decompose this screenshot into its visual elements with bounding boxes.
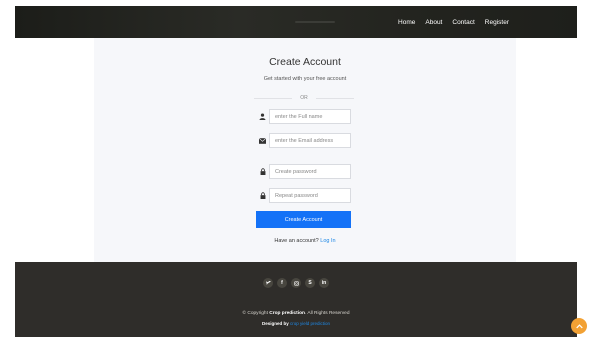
register-card: Create Account Get started with your fre…	[94, 38, 516, 262]
twitter-icon[interactable]	[263, 278, 273, 288]
envelope-icon	[256, 133, 269, 148]
navbar: Home About Contact Register	[15, 6, 577, 38]
nav-link-about[interactable]: About	[425, 19, 442, 26]
email-input[interactable]	[269, 133, 351, 148]
copyright-text: © Copyright Crop prediction. All Rights …	[15, 311, 577, 316]
repeat-password-field	[256, 188, 351, 203]
password-input[interactable]	[269, 164, 351, 179]
or-divider: OR	[254, 95, 354, 101]
page-subtitle: Get started with your free account	[263, 76, 347, 82]
lock-icon	[256, 164, 269, 179]
have-account-text: Have an account?	[274, 238, 319, 244]
create-account-button[interactable]: Create Account	[256, 211, 351, 228]
full-name-field	[256, 109, 351, 124]
divider-line-right	[316, 98, 354, 99]
lock-icon	[256, 188, 269, 203]
email-field	[256, 133, 351, 148]
user-icon	[256, 109, 269, 124]
back-to-top-button[interactable]	[571, 318, 587, 334]
password-field	[256, 164, 351, 179]
brand-logo[interactable]	[295, 21, 335, 23]
copyright-prefix: © Copyright	[242, 311, 268, 316]
instagram-icon[interactable]	[291, 278, 301, 288]
copyright-brand: Crop prediction	[269, 311, 305, 316]
copyright-suffix: . All Rights Reserved	[304, 311, 350, 316]
facebook-icon[interactable]: f	[277, 278, 287, 288]
designed-by: Designed by crop yield prediction	[15, 321, 577, 326]
nav-link-register[interactable]: Register	[485, 19, 509, 26]
full-name-input[interactable]	[269, 109, 351, 124]
nav-link-home[interactable]: Home	[398, 19, 415, 26]
designed-by-label: Designed by	[261, 321, 289, 326]
footer: f S in © Copyright Crop prediction. All …	[15, 262, 577, 337]
social-links: f S in	[15, 278, 577, 288]
linkedin-icon[interactable]: in	[319, 278, 329, 288]
designed-by-link[interactable]: crop yield prediction	[290, 321, 330, 326]
nav-link-contact[interactable]: Contact	[452, 19, 474, 26]
chevron-up-icon	[575, 323, 583, 328]
page-title: Create Account	[269, 56, 341, 68]
skype-icon[interactable]: S	[305, 278, 315, 288]
login-prompt: Have an account? Log In	[94, 238, 516, 244]
repeat-password-input[interactable]	[269, 188, 351, 203]
login-link[interactable]: Log In	[320, 238, 335, 244]
